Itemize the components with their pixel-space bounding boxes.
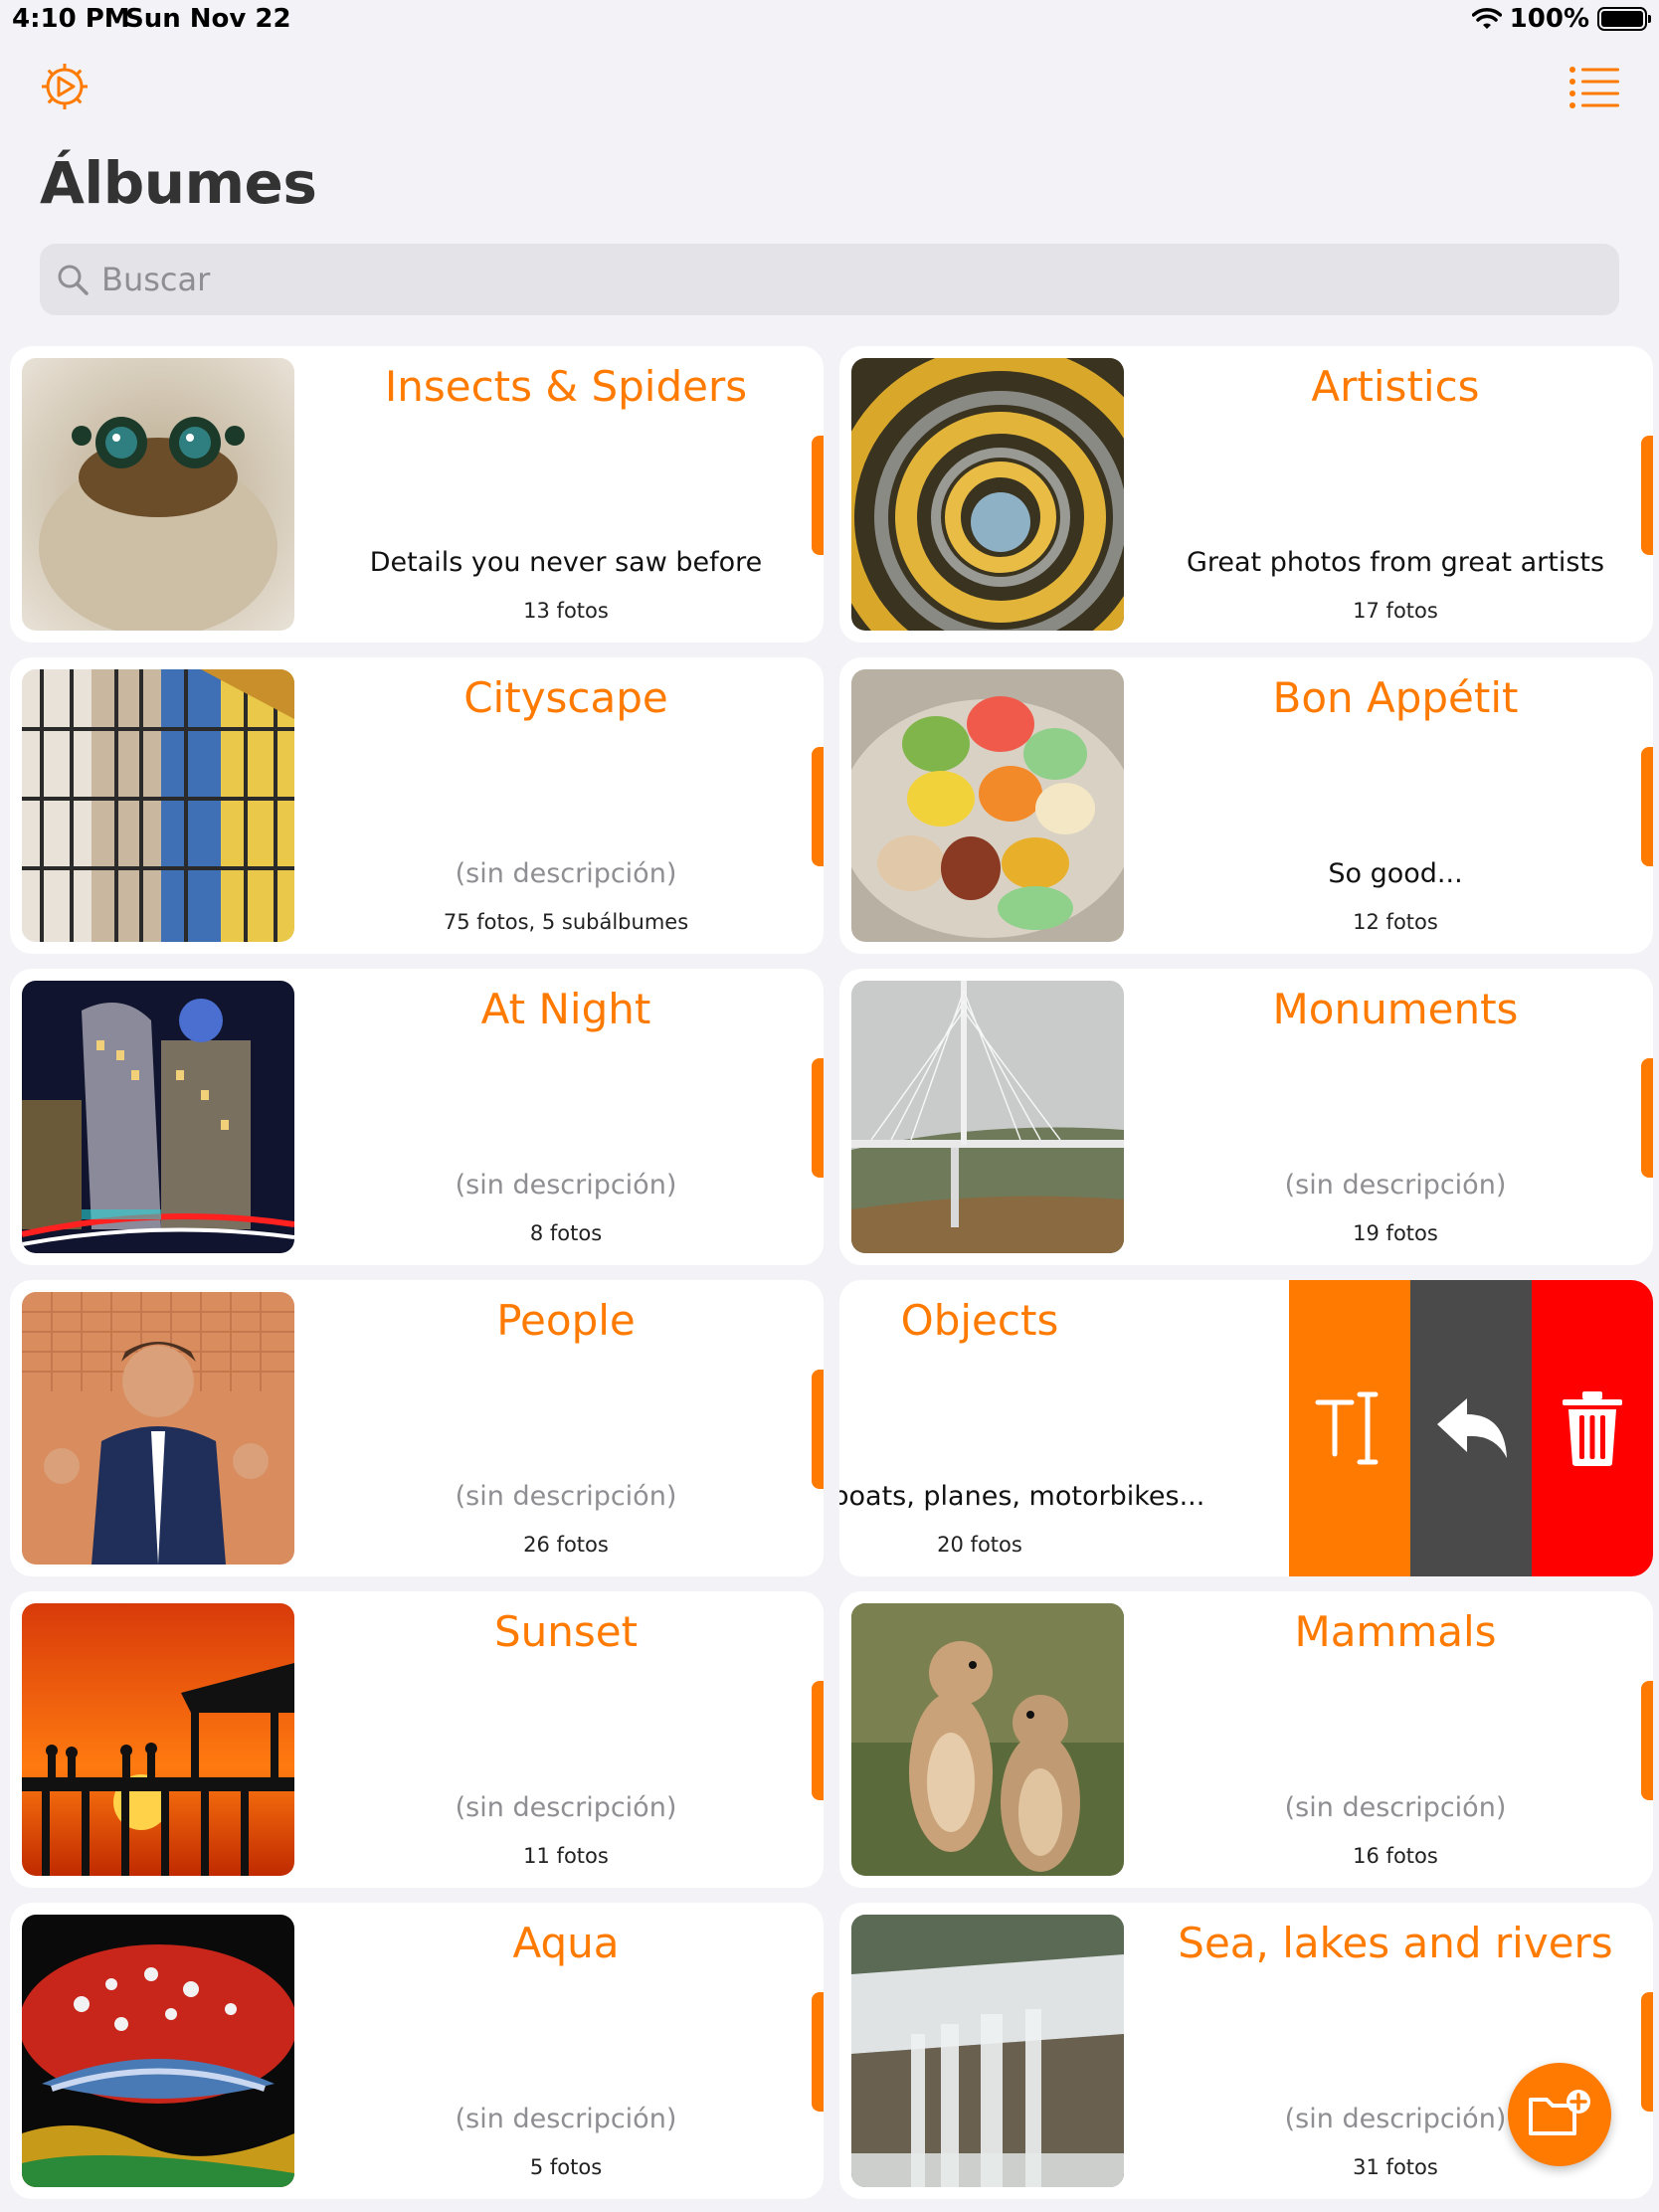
- status-bar: 4:10 PM Sun Nov 22 100%: [0, 0, 1659, 40]
- status-right: 100%: [1471, 4, 1651, 34]
- album-photo-count: 5 fotos: [529, 2155, 603, 2179]
- album-thumbnail: [851, 981, 1124, 1253]
- album-photo-count: 17 fotos: [1353, 599, 1438, 623]
- swipe-actions: [1289, 1280, 1653, 1576]
- album-card-at-night[interactable]: At Night (sin descripción) 8 fotos: [10, 969, 824, 1265]
- album-photo-count: 13 fotos: [523, 599, 609, 623]
- album-thumbnail: [22, 669, 294, 942]
- card-edge-indicator: [812, 1681, 824, 1800]
- album-thumbnail: [22, 358, 294, 631]
- card-edge-indicator: [1641, 436, 1653, 555]
- album-card-objects[interactable]: Objects Cars, boats, planes, motorbikes.…: [839, 1280, 1653, 1576]
- album-title: People: [496, 1296, 636, 1345]
- album-card-bon-appetit[interactable]: Bon Appétit So good... 12 fotos: [839, 657, 1653, 954]
- card-edge-indicator: [812, 747, 824, 866]
- trash-icon: [1563, 1391, 1622, 1466]
- album-title: At Night: [480, 985, 651, 1033]
- search-bar[interactable]: [40, 244, 1619, 315]
- album-description: (sin descripción): [1284, 1170, 1507, 1200]
- album-title: Objects: [900, 1296, 1059, 1345]
- album-description: So good...: [1328, 858, 1463, 889]
- album-description: (sin descripción): [455, 1792, 677, 1823]
- album-description: (sin descripción): [455, 1481, 677, 1512]
- rename-icon: [1315, 1391, 1379, 1465]
- move-album-button[interactable]: [1410, 1280, 1532, 1576]
- album-description: (sin descripción): [455, 2104, 677, 2134]
- list-view-icon[interactable]: [1567, 60, 1621, 113]
- wifi-icon: [1471, 8, 1502, 29]
- album-title: Monuments: [1272, 985, 1519, 1033]
- album-card-aqua[interactable]: Aqua (sin descripción) 5 fotos: [10, 1903, 824, 2199]
- album-card-artistics[interactable]: Artistics Great photos from great artist…: [839, 346, 1653, 643]
- search-icon: [58, 265, 89, 295]
- add-album-icon: [1529, 2090, 1590, 2135]
- status-date: Sun Nov 22: [125, 4, 291, 34]
- album-thumbnail: [22, 1915, 294, 2187]
- page-title: Álbumes: [40, 149, 317, 217]
- album-card-monuments[interactable]: Monuments (sin descripción) 19 fotos: [839, 969, 1653, 1265]
- album-photo-count: 8 fotos: [529, 1221, 603, 1245]
- rename-album-button[interactable]: [1289, 1280, 1410, 1576]
- album-photo-count: 12 fotos: [1353, 910, 1438, 934]
- album-card-people[interactable]: People (sin descripción) 26 fotos: [10, 1280, 824, 1576]
- settings-icon[interactable]: [38, 60, 92, 113]
- move-icon: [1437, 1398, 1507, 1458]
- album-title: Aqua: [512, 1919, 620, 1967]
- album-thumbnail: [22, 1292, 294, 1565]
- card-edge-indicator: [812, 436, 824, 555]
- album-photo-count: 20 fotos: [937, 1533, 1022, 1557]
- album-card-sunset[interactable]: Sunset (sin descripción) 11 fotos: [10, 1591, 824, 1888]
- card-edge-indicator: [1641, 1681, 1653, 1800]
- album-description: (sin descripción): [455, 1170, 677, 1200]
- album-description: Cars, boats, planes, motorbikes...: [839, 1481, 1205, 1512]
- album-title: Cityscape: [463, 673, 668, 722]
- album-photo-count: 19 fotos: [1353, 1221, 1438, 1245]
- album-photo-count: 26 fotos: [523, 1533, 609, 1557]
- album-thumbnail: [851, 358, 1124, 631]
- album-photo-count: 11 fotos: [523, 1844, 609, 1868]
- album-title: Bon Appétit: [1272, 673, 1519, 722]
- album-title: Insects & Spiders: [384, 362, 748, 411]
- add-album-button[interactable]: [1508, 2063, 1611, 2166]
- card-edge-indicator: [812, 1992, 824, 2112]
- album-title: Artistics: [1311, 362, 1480, 411]
- album-thumbnail: [851, 1603, 1124, 1876]
- album-title: Mammals: [1294, 1607, 1497, 1656]
- battery-percent: 100%: [1509, 4, 1589, 34]
- card-edge-indicator: [1641, 1058, 1653, 1178]
- album-photo-count: 75 fotos, 5 subálbumes: [443, 910, 689, 934]
- album-photo-count: 16 fotos: [1353, 1844, 1438, 1868]
- album-thumbnail: [851, 1915, 1124, 2187]
- album-thumbnail: [22, 981, 294, 1253]
- card-edge-indicator: [812, 1370, 824, 1489]
- album-description: (sin descripción): [455, 858, 677, 889]
- album-card-insects[interactable]: Insects & Spiders Details you never saw …: [10, 346, 824, 643]
- battery-icon: [1597, 7, 1651, 31]
- album-card-mammals[interactable]: Mammals (sin descripción) 16 fotos: [839, 1591, 1653, 1888]
- album-title: Sea, lakes and rivers: [1178, 1919, 1613, 1967]
- album-card-cityscape[interactable]: Cityscape (sin descripción) 75 fotos, 5 …: [10, 657, 824, 954]
- delete-album-button[interactable]: [1532, 1280, 1653, 1576]
- album-description: (sin descripción): [1284, 1792, 1507, 1823]
- album-description: Great photos from great artists: [1186, 547, 1605, 578]
- album-title: Sunset: [493, 1607, 639, 1656]
- card-edge-indicator: [1641, 1992, 1653, 2112]
- album-description: Details you never saw before: [369, 547, 763, 578]
- album-thumbnail: [22, 1603, 294, 1876]
- status-time: 4:10 PM: [12, 4, 130, 34]
- card-edge-indicator: [812, 1058, 824, 1178]
- card-edge-indicator: [1641, 747, 1653, 866]
- album-thumbnail: [851, 669, 1124, 942]
- search-input[interactable]: [101, 261, 1494, 298]
